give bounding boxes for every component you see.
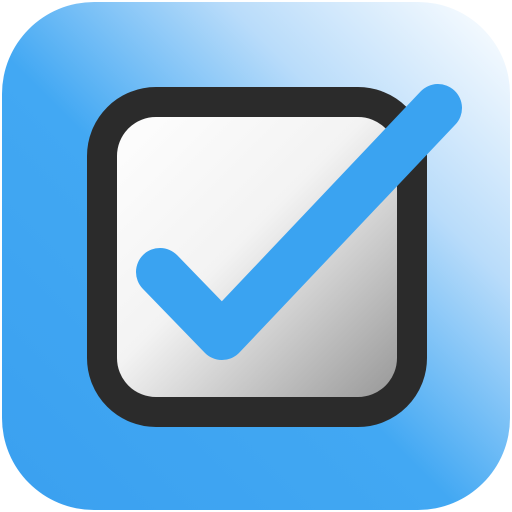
checkbox-checked-app-icon <box>2 2 510 510</box>
app-icon-canvas <box>0 0 512 512</box>
